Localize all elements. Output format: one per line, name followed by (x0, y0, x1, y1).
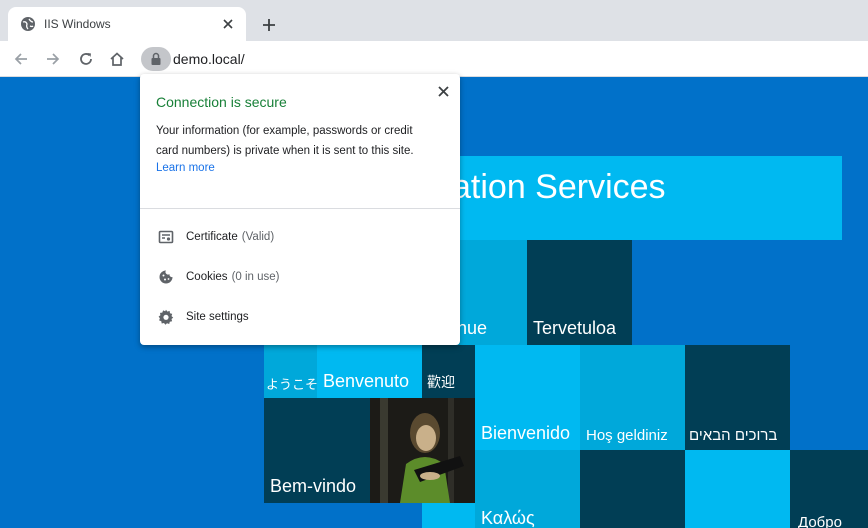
tile-blank-light (422, 503, 475, 528)
tile-label: Bienvenido (481, 423, 571, 443)
tile-bienvenido: Bienvenido (475, 345, 580, 450)
tab-iis-windows[interactable]: IIS Windows (8, 7, 246, 41)
plus-icon (263, 19, 275, 31)
connection-status-title: Connection is secure (156, 94, 287, 110)
arrow-left-icon (14, 53, 27, 65)
connection-description: Your information (for example, passwords… (156, 125, 414, 157)
home-button[interactable] (105, 47, 129, 71)
tab-title: IIS Windows (44, 17, 111, 31)
tile-tervetuloa: Tervetuloa (527, 240, 632, 345)
browser-toolbar: demo.local/ (0, 41, 868, 77)
tile-blank-dark (580, 450, 685, 528)
tile-label: Benvenuto (323, 371, 410, 391)
tile-kalos: Καλώς (475, 450, 580, 528)
divider (140, 208, 460, 209)
tile-label: Добро (798, 514, 842, 528)
tile-label: 歡迎 (427, 374, 455, 390)
close-icon (437, 85, 449, 97)
popup-close-button[interactable] (434, 82, 452, 100)
tile-hos-geldiniz: Hoş geldiniz (580, 345, 685, 450)
site-info-button[interactable] (141, 47, 171, 71)
cookies-count: (0 in use) (231, 271, 280, 283)
certificate-row[interactable]: Certificate (Valid) (140, 217, 460, 257)
tile-blank-light-2 (685, 450, 790, 528)
omnibox[interactable]: demo.local/ (138, 45, 862, 73)
cookie-icon (158, 269, 174, 285)
forward-button[interactable] (41, 47, 65, 71)
lock-icon (151, 52, 161, 65)
certificate-label: Certificate (186, 231, 238, 243)
site-settings-row[interactable]: Site settings (140, 297, 460, 337)
cookies-row[interactable]: Cookies (0 in use) (140, 257, 460, 297)
tab-strip: IIS Windows (0, 0, 868, 41)
url-text[interactable]: demo.local/ (173, 51, 245, 67)
tile-dobro: Добро (790, 450, 868, 528)
site-settings-label: Site settings (186, 311, 249, 323)
person-with-laptop-photo (370, 398, 475, 503)
learn-more-link[interactable]: Learn more (156, 162, 215, 174)
back-button[interactable] (9, 47, 33, 71)
tile-bruchim-habaim: ברוכים הבאים (685, 345, 790, 450)
tile-label: Bem-vindo (270, 476, 357, 496)
home-icon (110, 52, 124, 66)
tile-label: ようこそ (266, 377, 317, 392)
certificate-status: (Valid) (241, 231, 275, 243)
site-info-popup: Connection is secure Your information (f… (140, 74, 460, 345)
reload-icon (80, 53, 92, 65)
tile-benvenuto: Benvenuto (317, 345, 422, 398)
tile-bem-vindo: Bem-vindo (264, 398, 370, 503)
close-icon[interactable] (220, 16, 236, 32)
reload-button[interactable] (74, 47, 98, 71)
certificate-icon (158, 229, 174, 245)
banner-text: ation Services (452, 168, 666, 206)
tile-youkoso: ようこそ (264, 345, 317, 398)
tile-huanying: 歡迎 (422, 345, 475, 398)
tile-label: Καλώς (481, 508, 535, 528)
tile-label: Hoş geldiniz (586, 427, 668, 444)
tile-label: ברוכים הבאים (689, 427, 778, 444)
new-tab-button[interactable] (257, 13, 281, 37)
cookies-label: Cookies (186, 271, 228, 283)
globe-icon (20, 16, 36, 32)
gear-icon (158, 309, 174, 325)
tile-label: Tervetuloa (533, 318, 617, 338)
arrow-right-icon (47, 53, 60, 65)
